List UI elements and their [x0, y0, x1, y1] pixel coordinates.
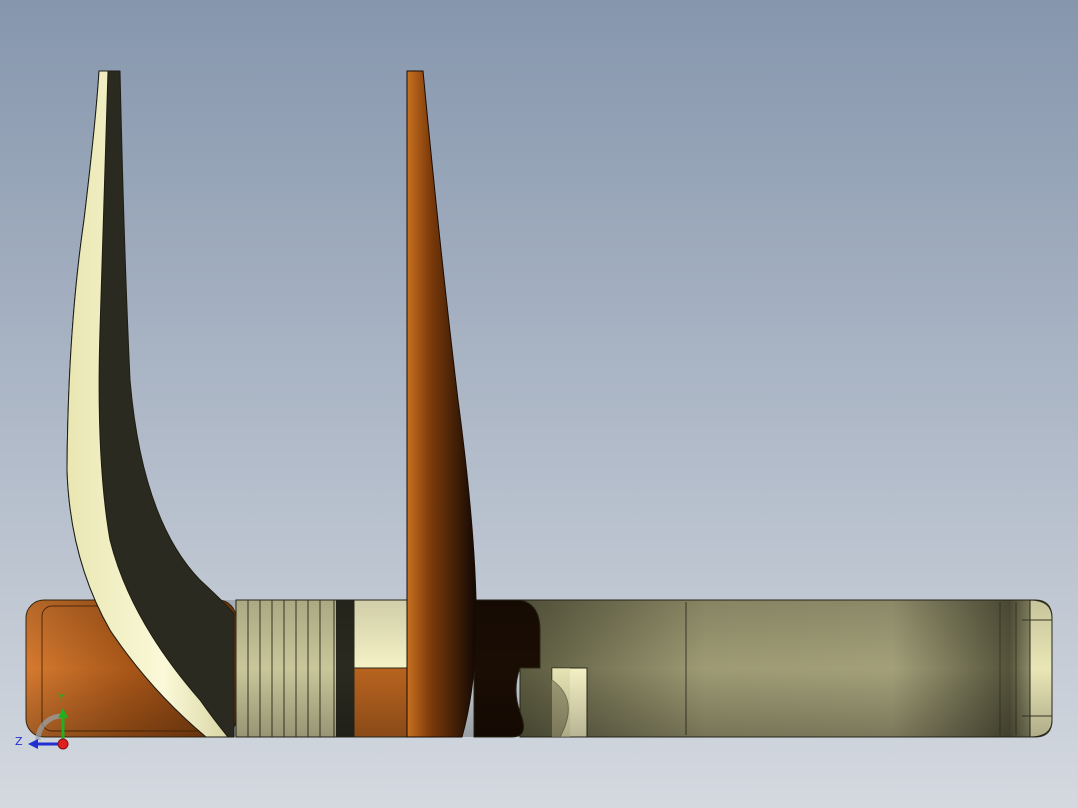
cad-viewport[interactable]: Y Z — [0, 0, 1078, 808]
model-canvas[interactable]: Y Z — [0, 0, 1078, 808]
y-axis-label: Y — [57, 691, 65, 704]
base-olive-section[interactable] — [519, 599, 1053, 738]
x-axis-origin-dot — [57, 738, 69, 750]
ribbed-collar[interactable] — [235, 599, 355, 738]
z-axis-label: Z — [15, 735, 23, 748]
base-cream-segment[interactable] — [353, 599, 411, 669]
